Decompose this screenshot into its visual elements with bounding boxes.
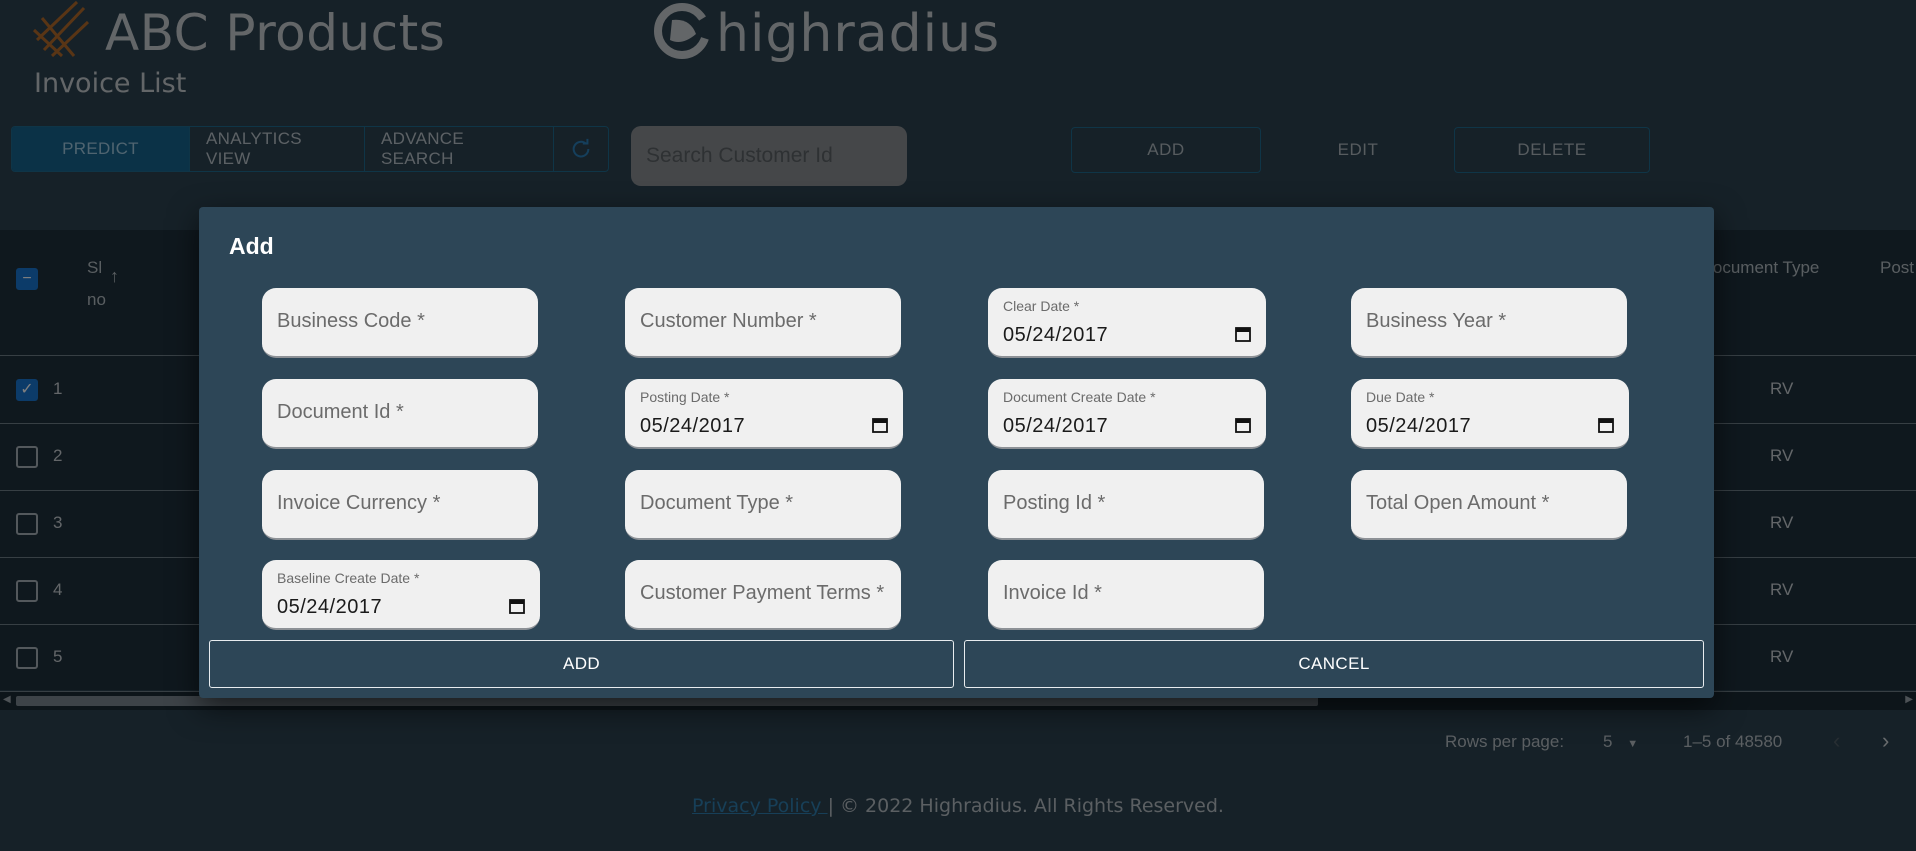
document-type-placeholder: Document Type * [640,492,794,514]
business-code-field[interactable]: Business Code * [262,288,538,358]
total-open-amount-placeholder: Total Open Amount * [1366,492,1550,514]
document-create-date-label: Document Create Date * [1003,389,1156,405]
posting-date-field[interactable]: Posting Date * 05/24/2017 [625,379,903,449]
dialog-title: Add [229,233,274,259]
posting-id-placeholder: Posting Id * [1003,492,1106,514]
document-create-date-value: 05/24/2017 [1003,415,1109,437]
business-year-placeholder: Business Year * [1366,310,1507,332]
business-year-field[interactable]: Business Year * [1351,288,1627,358]
clear-date-field[interactable]: Clear Date * 05/24/2017 [988,288,1266,358]
posting-id-field[interactable]: Posting Id * [988,470,1264,540]
baseline-create-date-field[interactable]: Baseline Create Date * 05/24/2017 [262,560,540,630]
invoice-currency-field[interactable]: Invoice Currency * [262,470,538,540]
clear-date-label: Clear Date * [1003,298,1080,314]
calendar-icon[interactable] [1597,416,1615,434]
baseline-create-date-value: 05/24/2017 [277,596,383,618]
customer-payment-terms-placeholder: Customer Payment Terms * [640,582,885,604]
document-id-field[interactable]: Document Id * [262,379,538,449]
due-date-value: 05/24/2017 [1366,415,1472,437]
posting-date-value: 05/24/2017 [640,415,746,437]
customer-number-placeholder: Customer Number * [640,310,817,332]
customer-number-field[interactable]: Customer Number * [625,288,901,358]
calendar-icon[interactable] [1234,416,1252,434]
calendar-icon[interactable] [508,597,526,615]
invoice-currency-placeholder: Invoice Currency * [277,492,441,514]
document-id-placeholder: Document Id * [277,401,404,423]
posting-date-label: Posting Date * [640,389,730,405]
baseline-create-date-label: Baseline Create Date * [277,570,420,586]
invoice-id-field[interactable]: Invoice Id * [988,560,1264,630]
calendar-icon[interactable] [1234,325,1252,343]
dialog-add-button[interactable]: ADD [209,640,954,688]
invoice-id-placeholder: Invoice Id * [1003,582,1102,604]
due-date-field[interactable]: Due Date * 05/24/2017 [1351,379,1629,449]
add-invoice-dialog: Add Business Code * Customer Number * Cl… [199,207,1714,698]
business-code-placeholder: Business Code * [277,310,425,332]
document-type-field[interactable]: Document Type * [625,470,901,540]
due-date-label: Due Date * [1366,389,1435,405]
calendar-icon[interactable] [871,416,889,434]
customer-payment-terms-field[interactable]: Customer Payment Terms * [625,560,901,630]
dialog-cancel-button[interactable]: CANCEL [964,640,1704,688]
total-open-amount-field[interactable]: Total Open Amount * [1351,470,1627,540]
clear-date-value: 05/24/2017 [1003,324,1109,346]
document-create-date-field[interactable]: Document Create Date * 05/24/2017 [988,379,1266,449]
